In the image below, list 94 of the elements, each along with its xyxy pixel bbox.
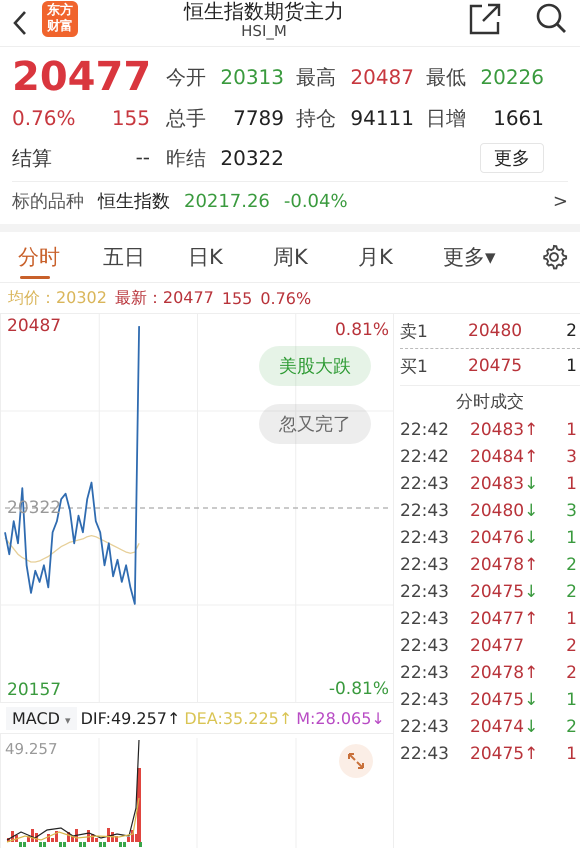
stat-label: 持仓	[295, 104, 337, 132]
trade-volume: 2	[566, 636, 578, 656]
average-price-label: 均价：20302	[8, 288, 107, 308]
change-percent: 0.76%	[12, 106, 76, 130]
trade-price: 20476↓	[470, 528, 540, 548]
order-price: 20475	[468, 356, 524, 376]
chart-tab[interactable]: 周K	[267, 232, 352, 282]
trade-price: 20478↑	[470, 554, 540, 574]
trade-volume: 1	[566, 474, 578, 494]
axis-label: 20487	[7, 315, 62, 338]
latest-percent: 0.76%	[260, 288, 312, 308]
trade-volume: 2	[566, 716, 578, 736]
trade-volume: 1	[566, 420, 578, 440]
topic-tag[interactable]: 忽又完了	[259, 404, 371, 444]
trade-volume: 1	[566, 528, 578, 548]
stat-label: 最低	[425, 64, 467, 90]
trade-time: 22:43	[400, 474, 450, 494]
page-title: 恒生指数期货主力	[184, 0, 344, 22]
chart-tab[interactable]: 五日	[97, 232, 182, 282]
trade-time: 22:43	[400, 636, 450, 656]
trade-time: 22:43	[400, 608, 450, 628]
stat-value: 20313	[219, 65, 284, 89]
chart-tab[interactable]: 日K	[182, 232, 267, 282]
latest-change: 155	[222, 288, 252, 308]
trade-price: 20483↑	[470, 420, 540, 440]
trade-price: 20480↓	[470, 500, 540, 520]
stat-value: 94111	[349, 106, 414, 130]
indicator-dropdown[interactable]: MACD ▾	[6, 706, 77, 730]
stat-value: 20322	[219, 146, 284, 170]
app-logo: 东方财富	[42, 1, 78, 37]
trade-time: 22:43	[400, 500, 450, 520]
trade-volume: 2	[566, 554, 578, 574]
macd-value: M:28.065↓	[296, 708, 385, 728]
chart-tab[interactable]: 月K	[352, 232, 437, 282]
trade-price: 20475↓	[470, 582, 540, 602]
underlying-price: 20217.26	[184, 190, 270, 212]
chart-tab[interactable]: 分时	[12, 232, 97, 282]
axis-label: -0.81%	[328, 678, 389, 700]
stat-label: 结算	[12, 144, 52, 172]
chevron-icon[interactable]: >	[552, 190, 568, 212]
trade-price: 20475↑	[470, 744, 540, 764]
order-level: 买1	[400, 356, 429, 378]
underlying-label: 标的品种	[12, 190, 84, 213]
more-button[interactable]: 更多	[480, 143, 544, 173]
stat-label: 日增	[425, 104, 467, 132]
trade-time: 22:43	[400, 690, 450, 710]
stat-value: --	[136, 144, 150, 170]
last-price: 20477	[12, 55, 152, 99]
trade-price: 20483↓	[470, 474, 540, 494]
trades-heading: 分时成交	[400, 385, 580, 416]
dea-value: DEA:35.225↑	[184, 708, 292, 728]
trade-time: 22:42	[400, 446, 450, 466]
chart-tab[interactable]: 更多▾	[437, 232, 522, 282]
trade-time: 22:43	[400, 582, 450, 602]
trade-volume: 1	[566, 744, 578, 764]
underlying-name: 恒生指数	[98, 190, 170, 213]
order-quantity: 2	[566, 321, 578, 341]
stat-label: 最高	[295, 64, 337, 90]
trade-volume: 1	[566, 690, 578, 710]
trade-time: 22:43	[400, 662, 450, 682]
trade-price: 20475↓	[470, 690, 540, 710]
latest-price-label: 最新：20477	[114, 288, 214, 308]
order-level: 卖1	[400, 320, 429, 342]
order-quantity: 1	[566, 356, 578, 376]
trade-volume: 3	[566, 446, 578, 466]
axis-label: 49.257	[5, 739, 58, 760]
stat-label: 昨结	[165, 144, 207, 172]
underlying-change: -0.04%	[284, 190, 348, 212]
dif-value: DIF:49.257↑	[80, 708, 180, 728]
stat-value: 7789	[232, 106, 284, 130]
order-price: 20480	[468, 321, 524, 341]
axis-label: 0.81%	[334, 318, 389, 342]
trade-price: 20477	[470, 636, 526, 656]
stat-label: 今开	[165, 64, 207, 90]
trade-volume: 2	[566, 662, 578, 682]
trade-price: 20478↑	[470, 662, 540, 682]
stat-label: 总手	[165, 104, 207, 132]
trade-volume: 2	[566, 582, 578, 602]
change-amount: 155	[112, 106, 150, 130]
trade-time: 22:42	[400, 420, 450, 440]
trade-time: 22:43	[400, 528, 450, 548]
stat-value: 20226	[479, 65, 544, 89]
stat-value: 20487	[349, 65, 414, 89]
trade-price: 20474↓	[470, 716, 540, 736]
trade-time: 22:43	[400, 744, 450, 764]
stat-value: 1661	[492, 106, 544, 130]
trade-time: 22:43	[400, 554, 450, 574]
axis-label: 20157	[7, 678, 62, 701]
trade-volume: 1	[566, 608, 578, 628]
trade-price: 20477↑	[470, 608, 540, 628]
trade-volume: 3	[566, 500, 578, 520]
trade-price: 20484↑	[470, 446, 540, 466]
contract-code: HSI_M	[241, 22, 287, 40]
trade-time: 22:43	[400, 716, 450, 736]
